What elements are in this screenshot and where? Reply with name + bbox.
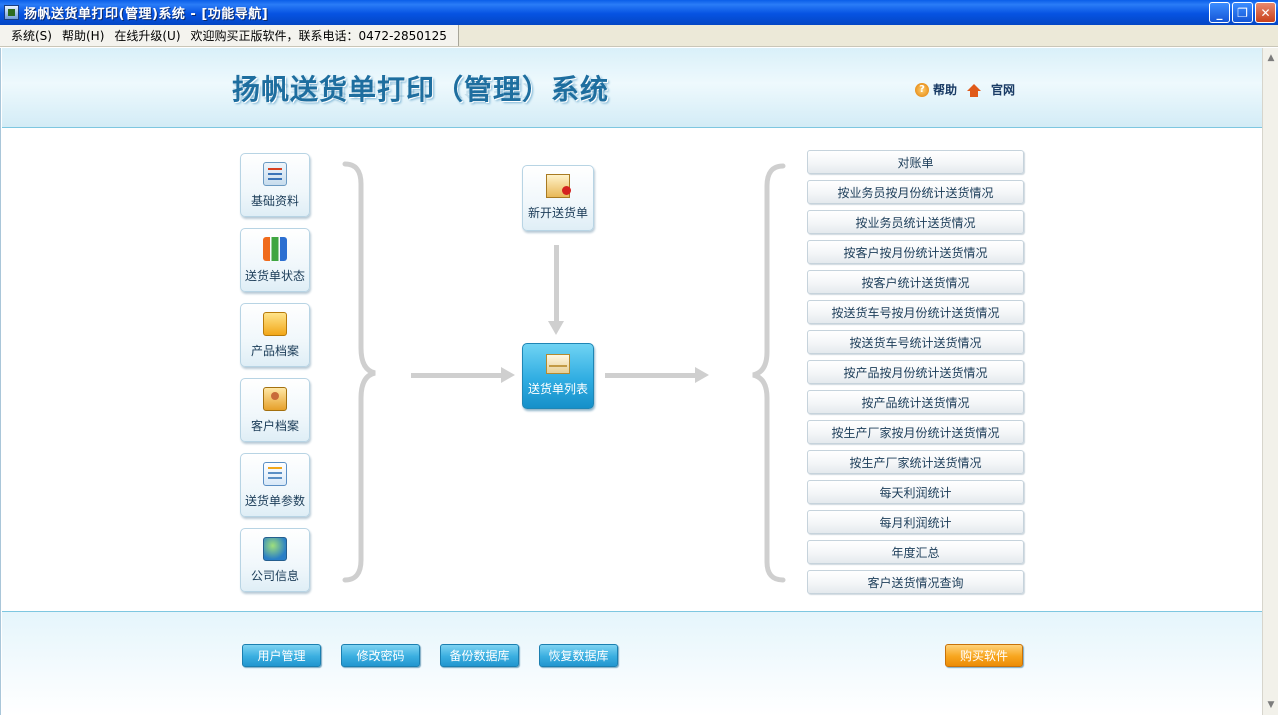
tile-label: 客户档案 (250, 419, 299, 433)
main-panel: 扬帆送货单打印（管理）系统 扬帆送货单打印（管理）系统 ? 帮助 官网 基础资料… (0, 48, 1263, 715)
report-product[interactable]: 按产品统计送货情况 (807, 390, 1024, 414)
tile-label: 基础资料 (250, 194, 299, 208)
restore-button[interactable]: ❐ (1232, 2, 1253, 23)
window-title: 扬帆送货单打印(管理)系统 - [功能导航] (24, 7, 269, 22)
report-monthly-profit[interactable]: 每月利润统计 (807, 510, 1024, 534)
arrow-down-to-list (548, 245, 564, 335)
new-delivery-label: 新开送货单 (527, 206, 588, 220)
tile-customer-archive[interactable]: 客户档案 (240, 378, 310, 442)
globe-icon (263, 537, 287, 561)
report-customer-query[interactable]: 客户送货情况查询 (807, 570, 1024, 594)
home-icon[interactable] (967, 84, 982, 97)
restore-database-button[interactable]: 恢复数据库 (539, 644, 618, 667)
close-button[interactable]: ✕ (1255, 2, 1276, 23)
app-icon (4, 5, 19, 20)
arrow-to-list (411, 367, 515, 383)
window-controls: _ ❐ ✕ (1209, 2, 1276, 23)
website-link[interactable]: 官网 (991, 81, 1015, 98)
tile-label: 送货单状态 (244, 269, 305, 283)
change-password-button[interactable]: 修改密码 (341, 644, 420, 667)
tile-label: 产品档案 (250, 344, 299, 358)
buy-software-button[interactable]: 购买软件 (945, 644, 1023, 667)
right-brace (342, 161, 376, 583)
arrow-to-reports (605, 367, 709, 383)
menu-help[interactable]: 帮助(H) (57, 27, 109, 44)
logo-reflection: 扬帆送货单打印（管理）系统 (232, 81, 610, 100)
report-statement[interactable]: 对账单 (807, 150, 1024, 174)
report-manufacturer-monthly[interactable]: 按生产厂家按月份统计送货情况 (807, 420, 1024, 444)
tile-basic-data[interactable]: 基础资料 (240, 153, 310, 217)
help-link[interactable]: 帮助 (933, 81, 957, 98)
header-links: ? 帮助 官网 (915, 81, 1015, 98)
tile-delivery-status[interactable]: 送货单状态 (240, 228, 310, 292)
scroll-down-icon[interactable]: ▼ (1263, 697, 1278, 713)
customer-icon (263, 387, 287, 411)
report-salesman-monthly[interactable]: 按业务员按月份统计送货情况 (807, 180, 1024, 204)
backup-database-button[interactable]: 备份数据库 (440, 644, 519, 667)
tile-product-archive[interactable]: 产品档案 (240, 303, 310, 367)
delivery-list-tile[interactable]: 送货单列表 (522, 343, 594, 409)
report-vehicle-monthly[interactable]: 按送货车号按月份统计送货情况 (807, 300, 1024, 324)
bar-chart-icon (263, 237, 287, 261)
tile-company-info[interactable]: 公司信息 (240, 528, 310, 592)
header-banner: 扬帆送货单打印（管理）系统 扬帆送货单打印（管理）系统 ? 帮助 官网 (2, 48, 1263, 128)
help-icon[interactable]: ? (915, 82, 929, 97)
envelope-icon (546, 354, 570, 374)
footer-bar: 用户管理 修改密码 备份数据库 恢复数据库 购买软件 (2, 611, 1263, 715)
title-bar: 扬帆送货单打印(管理)系统 - [功能导航] _ ❐ ✕ (0, 0, 1278, 25)
user-management-button[interactable]: 用户管理 (242, 644, 321, 667)
tile-delivery-params[interactable]: 送货单参数 (240, 453, 310, 517)
menu-bar: 系统(S) 帮助(H) 在线升级(U) 欢迎购买正版软件，联系电话：0472-2… (0, 25, 1278, 47)
report-product-monthly[interactable]: 按产品按月份统计送货情况 (807, 360, 1024, 384)
left-brace (752, 163, 786, 583)
report-customer[interactable]: 按客户统计送货情况 (807, 270, 1024, 294)
minimize-button[interactable]: _ (1209, 2, 1230, 23)
report-vehicle[interactable]: 按送货车号统计送货情况 (807, 330, 1024, 354)
new-delivery-tile[interactable]: 新开送货单 (522, 165, 594, 231)
report-manufacturer[interactable]: 按生产厂家统计送货情况 (807, 450, 1024, 474)
menu-strip: 系统(S) 帮助(H) 在线升级(U) 欢迎购买正版软件，联系电话：0472-2… (0, 25, 459, 46)
scroll-up-icon[interactable]: ▲ (1263, 50, 1278, 66)
menu-purchase-notice[interactable]: 欢迎购买正版软件，联系电话：0472-2850125 (186, 27, 452, 44)
vertical-scrollbar[interactable]: ▲ ▼ (1262, 48, 1278, 715)
delivery-list-label: 送货单列表 (527, 382, 588, 396)
report-daily-profit[interactable]: 每天利润统计 (807, 480, 1024, 504)
menu-online-upgrade[interactable]: 在线升级(U) (109, 27, 185, 44)
report-customer-monthly[interactable]: 按客户按月份统计送货情况 (807, 240, 1024, 264)
tile-label: 公司信息 (250, 569, 299, 583)
notepad-icon (263, 462, 287, 486)
basic-data-icon (263, 162, 287, 186)
menu-system[interactable]: 系统(S) (6, 27, 57, 44)
certificate-icon (546, 174, 571, 198)
report-salesman[interactable]: 按业务员统计送货情况 (807, 210, 1024, 234)
tile-label: 送货单参数 (244, 494, 305, 508)
product-folder-icon (263, 312, 287, 336)
report-annual-summary[interactable]: 年度汇总 (807, 540, 1024, 564)
